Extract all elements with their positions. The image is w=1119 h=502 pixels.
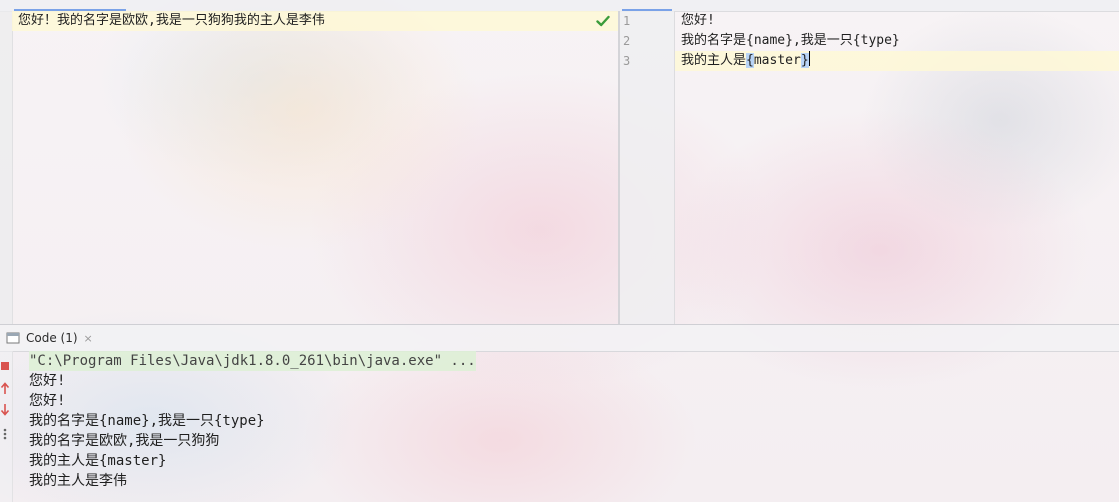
line-number-2: 2 — [623, 34, 631, 48]
console-output-line: 我的主人是李伟 — [29, 473, 127, 489]
run-side-toolbar — [0, 351, 13, 502]
left-editor-gutter — [0, 11, 13, 324]
stop-icon[interactable] — [0, 359, 12, 373]
check-icon — [596, 15, 610, 27]
console-output-line: 您好! — [29, 373, 66, 389]
line-number-1: 1 — [623, 14, 631, 28]
console-output-line: 我的名字是欧欧,我是一只狗狗 — [29, 433, 220, 449]
down-arrow-icon[interactable] — [0, 403, 12, 417]
right-editor-pane[interactable]: 1 2 3 您好! 我的名字是{name},我是一只{type} 我的主人是{m… — [620, 11, 1119, 324]
brace-match-close: } — [800, 53, 809, 68]
left-editor-line-1[interactable]: 您好！我的名字是欧欧,我是一只狗狗我的主人是李伟 — [18, 11, 325, 31]
console-output-line: 我的主人是{master} — [29, 453, 167, 469]
right-editor-gutter: 1 2 3 — [620, 11, 675, 324]
run-tool-window: Code (1) × "C:\Program Files\Java\jdk1.8… — [0, 324, 1119, 502]
right-editor-line-1[interactable]: 您好! — [681, 11, 715, 31]
run-tab-code-1[interactable]: Code (1) × — [0, 325, 99, 351]
right-editor-line-2[interactable]: 我的名字是{name},我是一只{type} — [681, 31, 900, 51]
left-editor-pane[interactable]: 您好！我的名字是欧欧,我是一只狗狗我的主人是李伟 — [0, 11, 618, 324]
run-tool-header: Code (1) × — [0, 324, 1119, 352]
line-3-word: master — [753, 53, 801, 68]
run-tab-label: Code (1) — [26, 331, 78, 345]
line-3-prefix: 我的主人是 — [681, 53, 747, 68]
more-icon[interactable] — [0, 427, 12, 441]
text-caret — [808, 51, 810, 66]
line-number-3: 3 — [623, 54, 631, 68]
editor-area: 您好！我的名字是欧欧,我是一只狗狗我的主人是李伟 1 2 3 您好! 我的名字是… — [0, 0, 1119, 324]
close-icon[interactable]: × — [84, 332, 93, 345]
up-arrow-icon[interactable] — [0, 381, 12, 395]
application-icon — [6, 332, 20, 344]
brace-match-open: { — [746, 53, 754, 68]
console-output-line: 您好! — [29, 393, 66, 409]
console-output-line: 我的名字是{name},我是一只{type} — [29, 413, 265, 429]
console-command-line[interactable]: "C:\Program Files\Java\jdk1.8.0_261\bin\… — [29, 351, 476, 371]
right-editor-line-3[interactable]: 我的主人是{master} — [681, 51, 810, 71]
